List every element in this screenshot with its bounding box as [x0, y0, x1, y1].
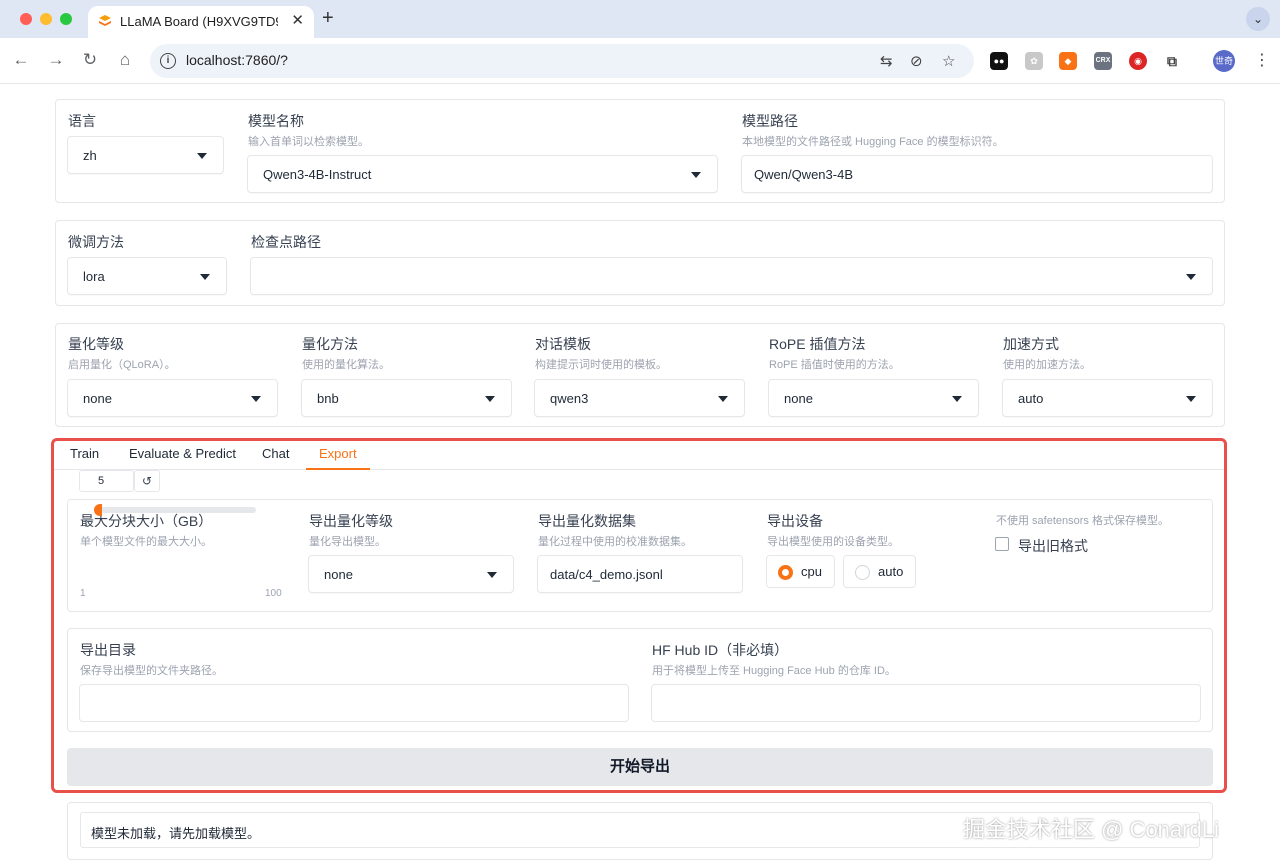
back-arrow-icon[interactable]: ←: [10, 50, 32, 70]
page-content: 语言 zh 模型名称 输入首单词以检索模型。 Qwen3-4B-Instruct…: [0, 85, 1280, 864]
lang-dropdown[interactable]: zh: [67, 136, 224, 174]
bookmark-star-icon[interactable]: ☆: [942, 52, 955, 70]
status-text: 模型未加载，请先加载模型。: [91, 826, 261, 841]
rope-label: RoPE 插值方法: [769, 336, 866, 352]
browser-toolbar: ← → ↻ ⌂ i localhost:7860/? ⇆ ⊘ ☆ ●● ✿ ◆ …: [0, 38, 1280, 84]
model-name-label: 模型名称: [248, 113, 304, 129]
rope-dropdown[interactable]: none: [768, 379, 979, 417]
model-name-hint: 输入首单词以检索模型。: [248, 136, 369, 148]
maximize-window-button[interactable]: [60, 13, 72, 25]
chevron-down-icon: [952, 396, 962, 402]
home-icon[interactable]: ⌂: [114, 50, 136, 70]
quant-bit-label: 量化等级: [68, 336, 124, 352]
extension-icon-5[interactable]: ◉: [1129, 52, 1147, 70]
tab-search-button[interactable]: ⌄: [1246, 7, 1270, 31]
close-tab-icon[interactable]: ✕: [291, 11, 304, 29]
extension-icon-2[interactable]: ✿: [1025, 52, 1043, 70]
chevron-down-icon: [197, 153, 207, 159]
checkpoint-label: 检查点路径: [251, 234, 321, 250]
browser-tabbar: LLaMA Board (H9XVG9TD99 ✕ + ⌄: [0, 0, 1280, 38]
eye-slash-icon[interactable]: ⊘: [910, 52, 923, 70]
new-tab-button[interactable]: +: [322, 7, 334, 30]
quant-method-hint: 使用的量化算法。: [302, 359, 390, 371]
translate-icon[interactable]: ⇆: [880, 52, 893, 70]
model-path-input[interactable]: Qwen/Qwen3-4B: [741, 155, 1213, 193]
booster-dropdown[interactable]: auto: [1002, 379, 1213, 417]
chevron-down-icon: [251, 396, 261, 402]
menu-kebab-icon[interactable]: ⋮: [1254, 50, 1270, 70]
chevron-down-icon: [485, 396, 495, 402]
gradio-logo-icon: [99, 15, 111, 26]
chevron-down-icon: [691, 172, 701, 178]
chevron-down-icon: [1186, 396, 1196, 402]
forward-arrow-icon[interactable]: →: [45, 50, 67, 70]
rope-hint: RoPE 插值时使用的方法。: [769, 359, 900, 371]
lang-label: 语言: [68, 113, 96, 129]
model-path-hint: 本地模型的文件路径或 Hugging Face 的模型标识符。: [742, 136, 1004, 148]
quant-bit-dropdown[interactable]: none: [67, 379, 278, 417]
extensions-puzzle-icon[interactable]: ⧉: [1163, 52, 1181, 70]
watermark: 掘金技术社区 @ ConardLi: [963, 817, 1219, 842]
model-name-dropdown[interactable]: Qwen3-4B-Instruct: [247, 155, 718, 193]
quant-method-label: 量化方法: [302, 336, 358, 352]
finetune-method-label: 微调方法: [68, 234, 124, 250]
checkpoint-dropdown[interactable]: [250, 257, 1213, 295]
booster-label: 加速方式: [1003, 336, 1059, 352]
tab-title: LLaMA Board (H9XVG9TD99: [120, 14, 278, 29]
template-dropdown[interactable]: qwen3: [534, 379, 745, 417]
crx-extension-icon[interactable]: CRX: [1094, 52, 1112, 70]
chevron-down-icon: [200, 274, 210, 280]
reload-icon[interactable]: ↻: [79, 50, 101, 70]
booster-hint: 使用的加速方法。: [1003, 359, 1091, 371]
site-info-icon[interactable]: i: [160, 53, 176, 69]
close-window-button[interactable]: [20, 13, 32, 25]
quant-bit-hint: 启用量化（QLoRA）。: [68, 359, 176, 371]
browser-tab[interactable]: LLaMA Board (H9XVG9TD99 ✕: [88, 6, 314, 38]
profile-avatar[interactable]: 世奇: [1213, 50, 1235, 72]
template-label: 对话模板: [535, 336, 591, 352]
chevron-down-icon: [1186, 274, 1196, 280]
finetune-method-dropdown[interactable]: lora: [67, 257, 227, 295]
address-bar[interactable]: i localhost:7860/? ⇆ ⊘ ☆: [150, 44, 974, 78]
extension-icon-1[interactable]: ●●: [990, 52, 1008, 70]
quant-method-dropdown[interactable]: bnb: [301, 379, 512, 417]
chevron-down-icon: [718, 396, 728, 402]
highlight-frame: [51, 438, 1227, 793]
template-hint: 构建提示词时使用的模板。: [535, 359, 667, 371]
url-text[interactable]: localhost:7860/?: [186, 52, 288, 68]
minimize-window-button[interactable]: [40, 13, 52, 25]
model-path-label: 模型路径: [742, 113, 798, 129]
extension-icon-3[interactable]: ◆: [1059, 52, 1077, 70]
